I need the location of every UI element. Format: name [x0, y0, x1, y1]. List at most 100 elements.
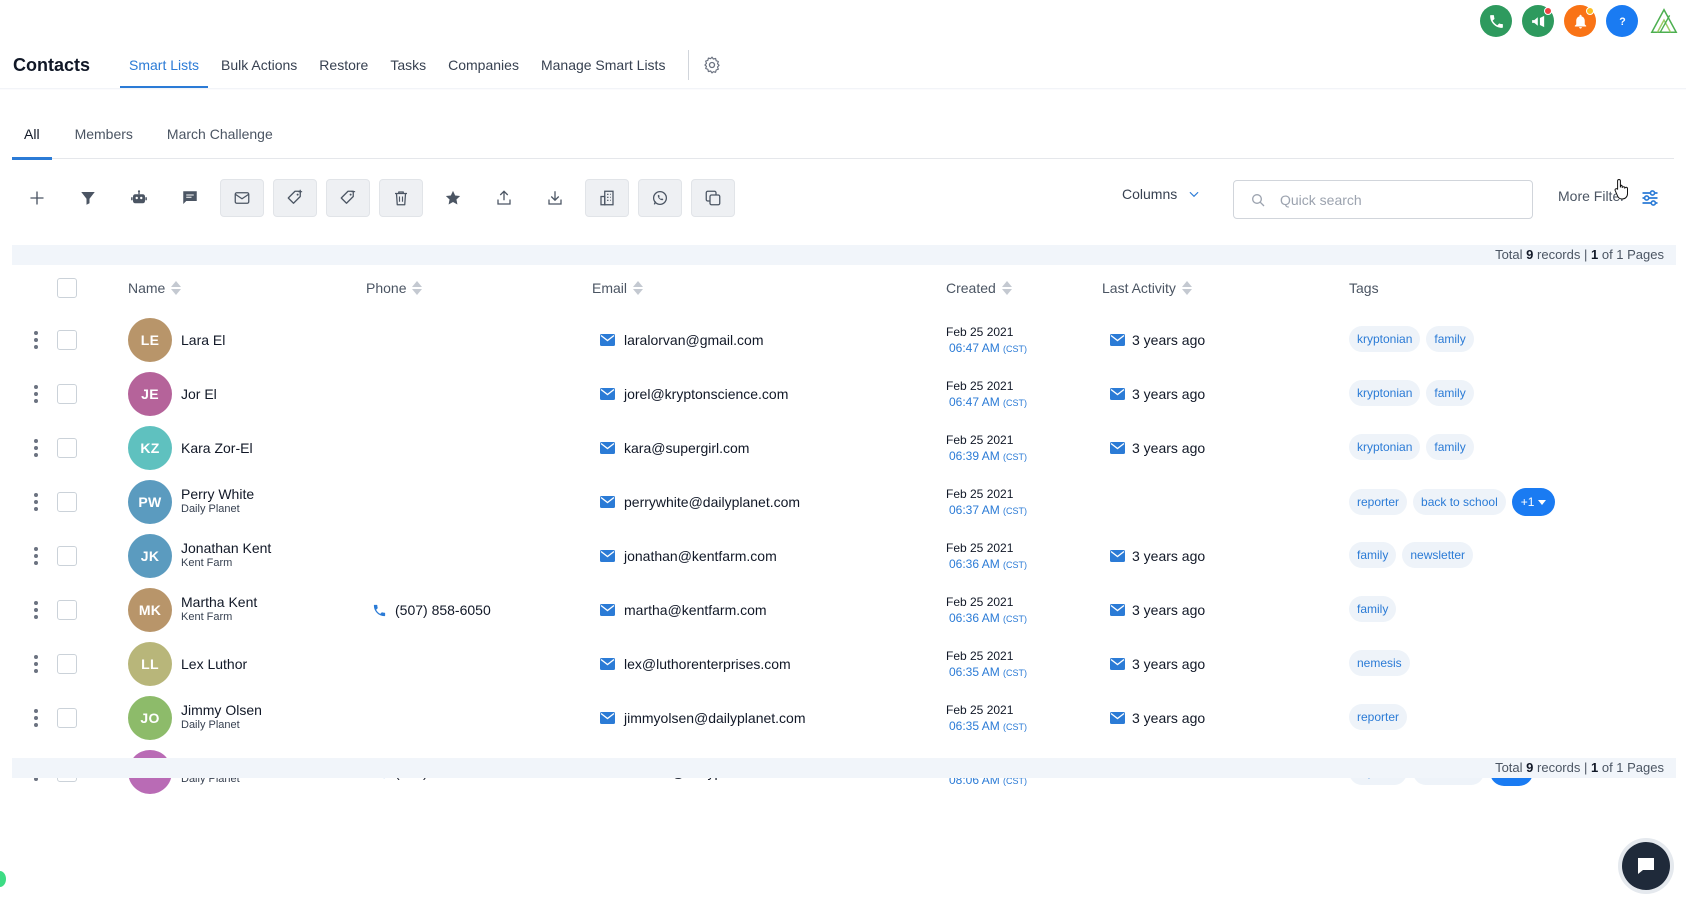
bell-icon[interactable]	[1564, 5, 1596, 37]
contact-name[interactable]: Kara Zor-El	[181, 440, 253, 456]
sliders-icon[interactable]	[1640, 188, 1660, 208]
tab-all[interactable]: All	[12, 109, 52, 160]
columns-dropdown[interactable]: Columns	[1122, 186, 1201, 202]
table-row[interactable]: LE Lara El laralorvan@gmail.com Feb 25 2…	[0, 313, 1686, 367]
quick-search-input[interactable]	[1280, 191, 1510, 208]
row-checkbox[interactable]	[57, 546, 77, 566]
avatar[interactable]: JO	[128, 696, 172, 740]
avatar[interactable]: JK	[128, 534, 172, 578]
brand-logo-icon[interactable]	[1648, 5, 1680, 37]
remove-tag-icon[interactable]	[326, 179, 370, 217]
table-row[interactable]: MK Martha Kent Kent Farm (507) 858-6050 …	[0, 583, 1686, 637]
trash-icon[interactable]	[379, 179, 423, 217]
row-menu-icon[interactable]	[31, 385, 41, 403]
nav-tab-tasks[interactable]: Tasks	[379, 42, 437, 88]
row-menu-icon[interactable]	[31, 709, 41, 727]
contact-email[interactable]: jimmyolsen@dailyplanet.com	[600, 710, 806, 726]
add-tag-icon[interactable]	[273, 179, 317, 217]
table-row[interactable]: PW Perry White Daily Planet perrywhite@d…	[0, 475, 1686, 529]
avatar[interactable]: LL	[128, 642, 172, 686]
more-tags-button[interactable]: +1	[1511, 488, 1556, 516]
table-row[interactable]: JK Jonathan Kent Kent Farm jonathan@kent…	[0, 529, 1686, 583]
row-menu-icon[interactable]	[31, 493, 41, 511]
row-checkbox[interactable]	[57, 600, 77, 620]
table-row[interactable]: LL Lex Luthor lex@luthorenterprises.com …	[0, 637, 1686, 691]
nav-tab-bulk-actions[interactable]: Bulk Actions	[210, 42, 308, 88]
contact-name[interactable]: Jimmy Olsen	[181, 702, 262, 718]
nav-tab-manage-smart-lists[interactable]: Manage Smart Lists	[530, 42, 677, 88]
phone-icon[interactable]	[1480, 5, 1512, 37]
filter-icon[interactable]	[67, 179, 109, 217]
tag-chip[interactable]: kryptonian	[1349, 434, 1421, 460]
contact-email[interactable]: laralorvan@gmail.com	[600, 332, 763, 348]
tab-members[interactable]: Members	[64, 109, 144, 159]
row-checkbox[interactable]	[57, 384, 77, 404]
contact-email[interactable]: jorel@kryptonscience.com	[600, 386, 788, 402]
column-header-phone[interactable]: Phone	[366, 280, 423, 296]
row-checkbox[interactable]	[57, 492, 77, 512]
contact-email[interactable]: kara@supergirl.com	[600, 440, 749, 456]
nav-tab-restore[interactable]: Restore	[308, 42, 379, 88]
row-menu-icon[interactable]	[31, 655, 41, 673]
avatar[interactable]: KZ	[128, 426, 172, 470]
contact-email[interactable]: lex@luthorenterprises.com	[600, 656, 791, 672]
column-header-name[interactable]: Name	[128, 280, 182, 296]
nav-tab-companies[interactable]: Companies	[437, 42, 530, 88]
row-checkbox[interactable]	[57, 330, 77, 350]
column-header-email[interactable]: Email	[592, 280, 644, 296]
tab-march-challenge[interactable]: March Challenge	[156, 109, 284, 159]
column-header-last-activity[interactable]: Last Activity	[1102, 280, 1192, 296]
chat-widget-button[interactable]	[1618, 838, 1674, 894]
tag-chip[interactable]: family	[1426, 380, 1474, 406]
contact-name[interactable]: Lara El	[181, 332, 225, 348]
tag-chip[interactable]: family	[1426, 434, 1474, 460]
tag-chip[interactable]: family	[1426, 326, 1474, 352]
tag-chip[interactable]: kryptonian	[1349, 326, 1421, 352]
avatar[interactable]: LE	[128, 318, 172, 362]
star-icon[interactable]	[432, 179, 474, 217]
row-menu-icon[interactable]	[31, 601, 41, 619]
add-contact-button[interactable]	[16, 179, 58, 217]
contact-name[interactable]: Perry White	[181, 486, 254, 502]
gear-icon[interactable]	[701, 54, 723, 76]
tag-chip[interactable]: back to school	[1413, 489, 1506, 515]
tag-chip[interactable]: family	[1349, 596, 1397, 622]
contact-phone[interactable]: (507) 858-6050	[372, 602, 491, 618]
row-checkbox[interactable]	[57, 708, 77, 728]
avatar[interactable]: MK	[128, 588, 172, 632]
message-icon[interactable]	[169, 179, 211, 217]
export-icon[interactable]	[483, 179, 525, 217]
duplicate-icon[interactable]	[691, 179, 735, 217]
row-menu-icon[interactable]	[31, 547, 41, 565]
tag-chip[interactable]: kryptonian	[1349, 380, 1421, 406]
tag-chip[interactable]: family	[1349, 542, 1397, 568]
row-menu-icon[interactable]	[31, 439, 41, 457]
contact-name[interactable]: Jor El	[181, 386, 217, 402]
contact-email[interactable]: jonathan@kentfarm.com	[600, 548, 777, 564]
avatar[interactable]: JE	[128, 372, 172, 416]
row-menu-icon[interactable]	[31, 331, 41, 349]
table-row[interactable]: KZ Kara Zor-El kara@supergirl.com Feb 25…	[0, 421, 1686, 475]
contact-name[interactable]: Lex Luthor	[181, 656, 247, 672]
tag-chip[interactable]: newsletter	[1402, 542, 1474, 568]
contact-email[interactable]: martha@kentfarm.com	[600, 602, 767, 618]
import-icon[interactable]	[534, 179, 576, 217]
table-row[interactable]: JO Jimmy Olsen Daily Planet jimmyolsen@d…	[0, 691, 1686, 745]
contact-email[interactable]: perrywhite@dailyplanet.com	[600, 494, 800, 510]
tag-chip[interactable]: nemesis	[1349, 650, 1410, 676]
whatsapp-icon[interactable]	[638, 179, 682, 217]
row-checkbox[interactable]	[57, 438, 77, 458]
select-all-checkbox[interactable]	[57, 278, 77, 298]
table-row[interactable]: JE Jor El jorel@kryptonscience.com Feb 2…	[0, 367, 1686, 421]
avatar[interactable]: PW	[128, 480, 172, 524]
company-icon[interactable]	[585, 179, 629, 217]
row-checkbox[interactable]	[57, 654, 77, 674]
contact-name[interactable]: Jonathan Kent	[181, 540, 271, 556]
help-icon[interactable]: ?	[1606, 5, 1638, 37]
tag-chip[interactable]: reporter	[1349, 489, 1408, 515]
contact-name[interactable]: Martha Kent	[181, 594, 257, 610]
nav-tab-smart-lists[interactable]: Smart Lists	[118, 42, 210, 88]
email-icon[interactable]	[220, 179, 264, 217]
column-header-created[interactable]: Created	[946, 280, 1012, 296]
robot-icon[interactable]	[118, 179, 160, 217]
